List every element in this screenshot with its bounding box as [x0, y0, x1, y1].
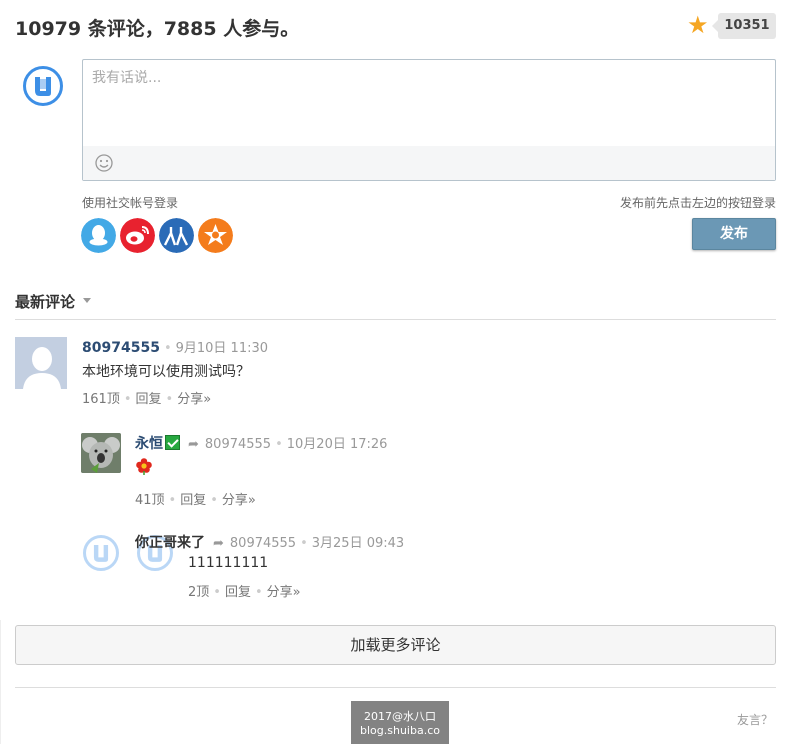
comment-date: 10月20日 17:26	[286, 437, 388, 452]
kaixin-icon[interactable]	[198, 218, 233, 253]
comment-username[interactable]: 80974555	[82, 340, 160, 356]
comment-username[interactable]: 永恒	[135, 436, 163, 452]
sort-dropdown[interactable]: 最新评论	[15, 291, 75, 312]
chevron-down-icon[interactable]	[83, 298, 91, 303]
current-user-avatar	[23, 66, 63, 106]
login-tip: 发布前先点击左边的按钮登录	[619, 196, 776, 210]
editor-toolbar	[83, 146, 775, 180]
comment-editor	[82, 59, 776, 181]
like-button[interactable]: 41顶	[135, 493, 165, 508]
load-more-button[interactable]: 加载更多评论	[15, 625, 776, 665]
comment-date: 3月25日 09:43	[311, 536, 405, 551]
uyan-footer-link[interactable]: 友言？	[737, 711, 773, 728]
emoji-icon[interactable]	[94, 153, 114, 173]
sort-bar: 最新评论	[15, 288, 776, 320]
watermark-line1: 2017@水八口	[364, 710, 436, 723]
divider	[15, 687, 776, 688]
watermark: 2017@水八口 blog.shuiba.co	[351, 701, 449, 744]
comment-date: 9月10日 11:30	[175, 341, 269, 356]
renren-icon[interactable]	[159, 218, 194, 253]
avatar[interactable]	[83, 535, 119, 571]
share-button[interactable]: 分享»	[222, 493, 256, 508]
divider	[0, 620, 1, 744]
comment-text: 本地环境可以使用测试吗？	[82, 364, 250, 380]
qq-icon[interactable]	[81, 218, 116, 253]
star-icon[interactable]: ★	[687, 13, 709, 37]
reply-to-user[interactable]: 80974555	[230, 536, 296, 551]
reply-button[interactable]: 回复	[225, 585, 251, 600]
share-button[interactable]: 分享»	[267, 585, 301, 600]
reply-button[interactable]: 回复	[180, 493, 206, 508]
comment-header: 10979 条评论，7885 人参与。 ★ 10351	[15, 12, 776, 42]
comment-item: 你正哥来了 ➦ 80974555 • 3月25日 09:43 111111111 2顶 •…	[80, 530, 404, 610]
publish-button[interactable]: 发布	[692, 218, 776, 250]
uyan-logo-icon	[93, 545, 109, 562]
default-user-icon	[15, 337, 67, 389]
reply-to-user[interactable]: 80974555	[205, 437, 271, 452]
favorite-count-badge: 10351	[712, 13, 776, 39]
koala-avatar-icon	[81, 433, 121, 473]
avatar[interactable]	[81, 433, 121, 473]
weibo-icon[interactable]	[120, 218, 155, 253]
comment-item: 80974555 • 9月10日 11:30 本地环境可以使用测试吗？ 161顶 • 回…	[15, 337, 776, 407]
avatar[interactable]	[15, 337, 67, 389]
verified-icon	[165, 435, 180, 450]
comment-input[interactable]	[83, 60, 775, 146]
watermark-line2: blog.shuiba.co	[360, 724, 440, 737]
comment-username[interactable]: 你正哥来了	[135, 535, 205, 551]
comment-count-title: 10979 条评论，7885 人参与。	[15, 18, 300, 40]
comment-item: 永恒 ➦ 80974555 • 10月20日 17:26 41顶 • 回复 • 分享»	[81, 433, 776, 508]
like-button[interactable]: 161顶	[82, 392, 120, 407]
comment-text: 111111111	[188, 555, 269, 571]
reply-arrow-icon: ➦	[188, 437, 199, 452]
flower-emoji-icon	[136, 458, 152, 475]
uyan-logo-icon	[35, 77, 51, 96]
share-button[interactable]: 分享»	[177, 392, 211, 407]
reply-arrow-icon: ➦	[213, 536, 224, 551]
social-login-label: 使用社交帐号登录	[82, 196, 179, 210]
like-button[interactable]: 2顶	[188, 585, 209, 600]
reply-button[interactable]: 回复	[136, 392, 162, 407]
